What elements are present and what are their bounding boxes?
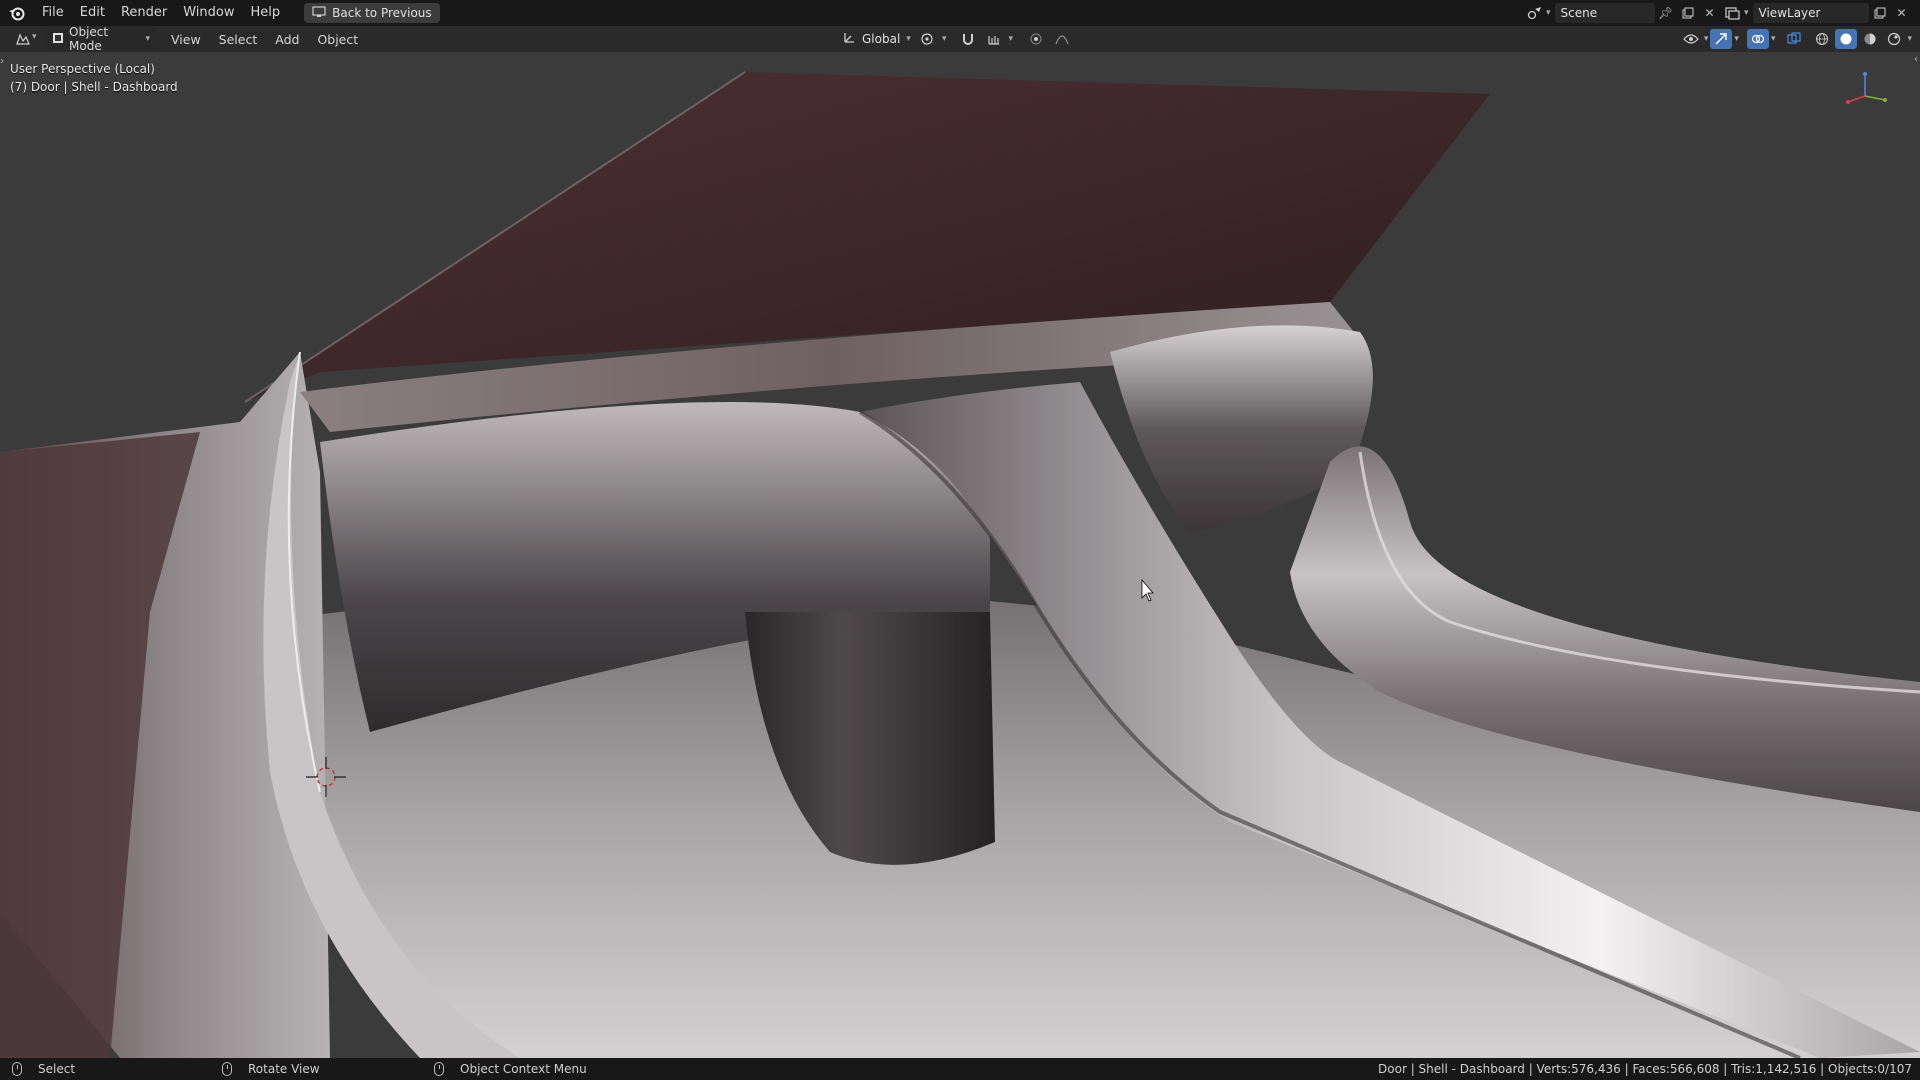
menu-edit[interactable]: Edit: [72, 0, 113, 26]
viewport-header: ▾ Object Mode ▾ View Select Add Object G…: [0, 25, 1920, 53]
top-bar: File Edit Render Window Help Back to Pre…: [0, 0, 1920, 26]
scene-statistics: Door | Shell - Dashboard | Verts:576,436…: [1378, 1062, 1912, 1076]
3d-viewport[interactable]: User Perspective (Local) (7) Door | Shel…: [0, 52, 1920, 1058]
chevron-down-icon[interactable]: ▾: [1744, 8, 1749, 18]
object-mode-select[interactable]: Object Mode ▾: [46, 25, 156, 53]
chevron-down-icon: ▾: [906, 34, 911, 44]
chevron-down-icon[interactable]: ▾: [1734, 34, 1739, 44]
header-menu-add[interactable]: Add: [266, 32, 308, 47]
material-preview-shading-icon[interactable]: [1859, 29, 1881, 49]
toolbar-toggle-icon[interactable]: ›: [0, 56, 4, 67]
rendered-shading-icon[interactable]: [1883, 29, 1905, 49]
menu-file[interactable]: File: [34, 0, 72, 26]
chevron-down-icon[interactable]: ▾: [942, 34, 947, 44]
viewlayer-selector: ▾ ViewLayer ✕: [1722, 3, 1913, 23]
menu-help[interactable]: Help: [243, 0, 289, 26]
status-hint-context-menu: Object Context Menu: [434, 1062, 587, 1076]
close-scene-icon[interactable]: ✕: [1699, 3, 1721, 23]
solid-shading-icon[interactable]: [1835, 29, 1858, 49]
menu-render[interactable]: Render: [113, 0, 175, 26]
viewlayer-icon[interactable]: [1722, 3, 1744, 23]
xray-toggle-icon[interactable]: [1783, 29, 1805, 49]
status-hint-rotate: Rotate View: [222, 1062, 320, 1076]
gizmo-toggle-icon[interactable]: [1710, 29, 1733, 49]
pivot-point-icon[interactable]: [916, 29, 938, 49]
new-viewlayer-icon[interactable]: [1869, 3, 1891, 23]
snap-magnet-icon[interactable]: [957, 29, 979, 49]
header-menu-view[interactable]: View: [162, 32, 210, 47]
object-mode-icon: [52, 32, 64, 47]
back-to-previous-label: Back to Previous: [332, 6, 432, 20]
header-menu-select[interactable]: Select: [210, 32, 267, 47]
mouse-middle-icon: [222, 1062, 232, 1076]
chevron-down-icon[interactable]: ▾: [1009, 34, 1014, 44]
falloff-curve-icon[interactable]: [1051, 29, 1073, 49]
wireframe-shading-icon[interactable]: [1811, 29, 1833, 49]
viewlayer-name-field[interactable]: ViewLayer: [1752, 3, 1869, 23]
transform-tools: Global ▾ ▾ ▾: [836, 29, 1073, 49]
status-hint-select: Select: [12, 1062, 75, 1076]
mouse-left-icon: [12, 1062, 22, 1076]
header-menu-object[interactable]: Object: [308, 32, 367, 47]
object-mode-label: Object Mode: [69, 25, 109, 53]
viewport-object-info: (7) Door | Shell - Dashboard: [10, 80, 178, 94]
chevron-down-icon[interactable]: ▾: [32, 32, 37, 42]
status-bar: Select Rotate View Object Context Menu D…: [0, 1058, 1920, 1080]
close-viewlayer-icon[interactable]: ✕: [1891, 3, 1913, 23]
pin-icon[interactable]: 📌︎: [1655, 3, 1677, 23]
viewport-display-tools: ▾ ▾ ▾ ▾: [1680, 29, 1912, 49]
scene-icon[interactable]: [1524, 3, 1546, 23]
scene-name-field[interactable]: Scene: [1554, 3, 1655, 23]
scene-selector: ▾ Scene 📌︎ ✕: [1524, 3, 1721, 23]
transform-orientation-select[interactable]: Global ▾: [836, 29, 912, 49]
snap-increment-icon[interactable]: [983, 29, 1005, 49]
chevron-down-icon[interactable]: ▾: [1704, 34, 1709, 44]
screen-icon: [312, 5, 326, 21]
orientation-axes-icon: [842, 31, 856, 48]
sidebar-toggle-icon[interactable]: ‹: [1914, 54, 1918, 65]
new-scene-icon[interactable]: [1677, 3, 1699, 23]
viewport-perspective-label: User Perspective (Local): [10, 62, 155, 76]
overlays-toggle-icon[interactable]: [1746, 29, 1769, 49]
proportional-editing-icon[interactable]: [1025, 29, 1047, 49]
chevron-down-icon[interactable]: ▾: [1546, 8, 1551, 18]
menu-window[interactable]: Window: [175, 0, 242, 26]
chevron-down-icon[interactable]: ▾: [1907, 34, 1912, 44]
back-to-previous-button[interactable]: Back to Previous: [304, 3, 440, 23]
chevron-down-icon: ▾: [145, 34, 150, 44]
mouse-right-icon: [434, 1062, 444, 1076]
viewport-render[interactable]: [0, 52, 1920, 1058]
chevron-down-icon[interactable]: ▾: [1771, 34, 1776, 44]
blender-logo-icon[interactable]: [0, 0, 34, 26]
editor-type-icon[interactable]: [12, 29, 34, 49]
visibility-eye-icon[interactable]: [1680, 29, 1702, 49]
